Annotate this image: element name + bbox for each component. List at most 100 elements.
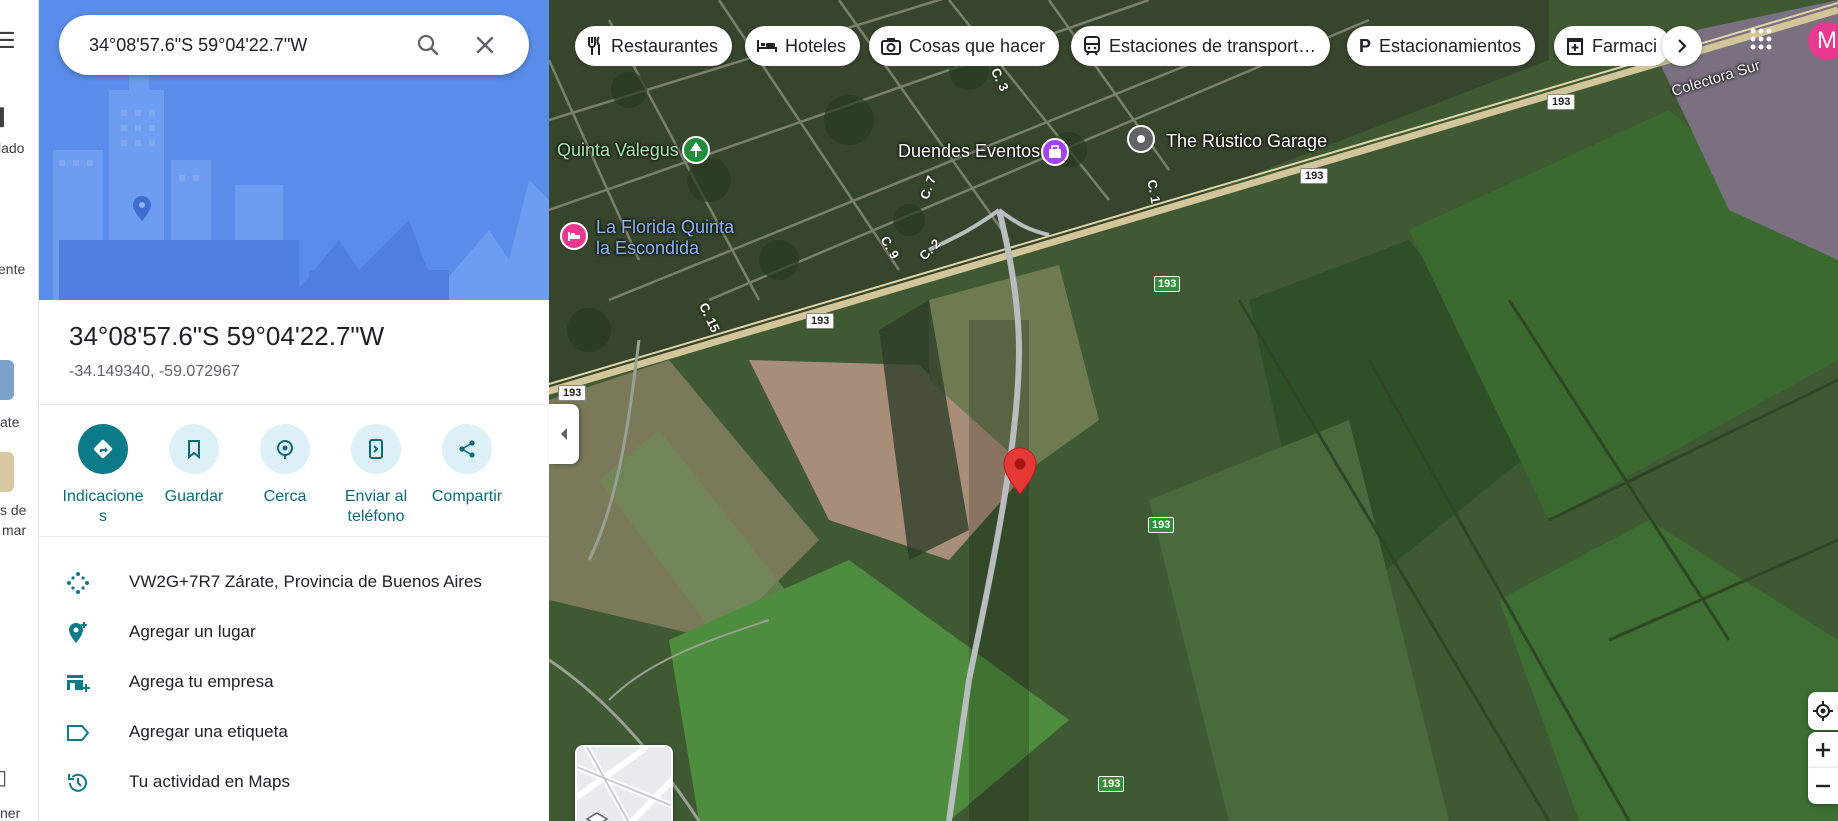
recent-icon[interactable]: ◔ [0, 212, 1, 238]
chip-restaurants[interactable]: Restaurantes [575, 26, 733, 66]
rail-label-saved: lado [0, 140, 25, 156]
send-to-phone-icon [369, 439, 383, 459]
add-business-row[interactable]: Agrega tu empresa [39, 657, 549, 707]
category-chips: Restaurantes Hoteles Cosas que hacer Est… [575, 26, 1735, 66]
caret-left-icon [561, 428, 567, 440]
tree-icon [690, 142, 702, 157]
divider [39, 404, 549, 405]
saved-icon[interactable]: ▮ [0, 100, 6, 131]
share-icon [459, 440, 475, 458]
chip-pharmacy[interactable]: Farmaci [1554, 26, 1672, 66]
rail-label-recent: ente [0, 261, 26, 277]
route-shield-193: 193 [558, 385, 587, 401]
divider [39, 536, 549, 537]
close-icon [476, 36, 494, 54]
briefcase-icon [1049, 145, 1061, 158]
route-shield-193: 193 [1148, 517, 1175, 533]
chips-next-button[interactable] [1662, 26, 1702, 66]
plus-icon [1816, 743, 1830, 757]
google-apps-button[interactable] [1750, 28, 1772, 55]
my-location-icon [1813, 701, 1833, 721]
action-buttons: Indicacione s Guardar Cerca Enviar al te… [57, 424, 537, 534]
recent-place-thumbnail-2[interactable] [0, 452, 14, 492]
add-label-row[interactable]: Agregar una etiqueta [39, 707, 549, 757]
add-place-icon [69, 622, 87, 643]
search-button[interactable] [412, 29, 444, 61]
layers-button[interactable] [575, 745, 673, 821]
bed-icon [568, 232, 580, 241]
save-button[interactable]: Guardar [148, 424, 240, 507]
parking-icon: P [1359, 35, 1372, 56]
add-place-text: Agregar un lugar [129, 622, 256, 641]
apps-grid-icon [1750, 28, 1772, 50]
event-poi-icon[interactable] [1041, 138, 1069, 166]
nearby-label: Cerca [263, 488, 307, 505]
poi-label-rustico-garage[interactable]: The Rústico Garage [1166, 131, 1327, 152]
chip-hotels[interactable]: Hoteles [745, 26, 861, 66]
send-to-phone-button[interactable]: Enviar al teléfono [330, 424, 422, 527]
poi-label-la-florida[interactable]: La Florida Quinta la Escondida [596, 217, 734, 259]
left-rail: ☰ ▮ lado ◔ ente ate s de mar ▯ ner [0, 0, 39, 821]
share-label: Compartir [431, 488, 503, 505]
search-box [59, 15, 529, 75]
label-icon [67, 725, 90, 741]
restaurant-icon [588, 36, 600, 55]
la-florida-line1: La Florida Quinta [596, 217, 735, 237]
clear-search-button[interactable] [469, 29, 501, 61]
chevron-right-icon [1678, 39, 1687, 53]
rail-label-place-1: ate [0, 414, 20, 430]
plus-code-text: VW2G+7R7 Zárate, Provincia de Buenos Air… [129, 572, 482, 591]
chip-transit[interactable]: Estaciones de transport… [1071, 26, 1331, 66]
add-place-row[interactable]: Agregar un lugar [39, 607, 549, 657]
rail-label-app: ner [0, 805, 21, 821]
my-location-button[interactable] [1808, 692, 1838, 730]
collapse-panel-button[interactable] [549, 404, 579, 464]
satellite-map[interactable] [549, 0, 1838, 821]
directions-button[interactable]: Indicacione s [57, 424, 149, 527]
la-florida-line2: la Escondida [596, 238, 700, 258]
camera-icon [881, 38, 901, 55]
chip-hotels-label: Hoteles [785, 35, 847, 56]
lodging-poi-icon[interactable] [560, 222, 588, 250]
park-poi-icon[interactable] [682, 136, 710, 164]
send-label-1: Enviar al [344, 488, 408, 505]
user-avatar[interactable]: M [1808, 22, 1838, 60]
save-label: Guardar [164, 488, 224, 505]
history-icon [68, 773, 87, 792]
route-shield-193: 193 [1300, 168, 1329, 184]
chip-parking-label: Estacionamientos [1379, 35, 1522, 56]
poi-label-quinta-valegus[interactable]: Quinta Valegus [557, 140, 679, 161]
transit-icon [1084, 36, 1100, 56]
recent-place-thumbnail[interactable] [0, 360, 14, 400]
get-app-icon[interactable]: ▯ [0, 765, 7, 790]
chip-things-to-do[interactable]: Cosas que hacer [869, 26, 1060, 66]
route-shield-193: 193 [1547, 94, 1576, 110]
directions-label-1: Indicacione [62, 488, 144, 505]
chip-things-to-do-label: Cosas que hacer [909, 35, 1046, 56]
add-business-icon [67, 675, 90, 692]
place-panel: 34°08'57.6"S 59°04'22.7"W -34.149340, -5… [39, 0, 549, 821]
place-title: 34°08'57.6"S 59°04'22.7"W [69, 321, 385, 351]
maps-app: ☰ ▮ lado ◔ ente ate s de mar ▯ ner [0, 0, 1838, 821]
share-button[interactable]: Compartir [421, 424, 513, 507]
plus-code-row[interactable]: VW2G+7R7 Zárate, Provincia de Buenos Air… [39, 557, 549, 607]
route-shield-193: 193 [1098, 776, 1125, 792]
hotel-icon [757, 40, 777, 52]
nearby-button[interactable]: Cerca [239, 424, 331, 507]
nearby-icon [277, 440, 293, 459]
zoom-in-button[interactable] [1808, 732, 1838, 768]
rail-label-place-2b: mar [2, 522, 27, 538]
search-input[interactable] [89, 15, 419, 75]
poi-label-duendes-eventos[interactable]: Duendes Eventos [898, 141, 1040, 162]
chip-restaurants-label: Restaurantes [611, 35, 719, 56]
menu-icon[interactable]: ☰ [0, 28, 16, 54]
route-shield-193: 193 [1154, 276, 1181, 292]
maps-activity-row[interactable]: Tu actividad en Maps [39, 757, 549, 807]
route-shield-193: 193 [806, 313, 835, 329]
chip-parking[interactable]: P Estacionamientos [1347, 26, 1536, 66]
place-poi-icon[interactable] [1127, 125, 1155, 153]
layers-thumbnail [577, 747, 671, 821]
chip-transit-label: Estaciones de transport… [1109, 35, 1317, 56]
zoom-out-button[interactable] [1808, 768, 1838, 804]
dot-icon [1137, 135, 1145, 143]
